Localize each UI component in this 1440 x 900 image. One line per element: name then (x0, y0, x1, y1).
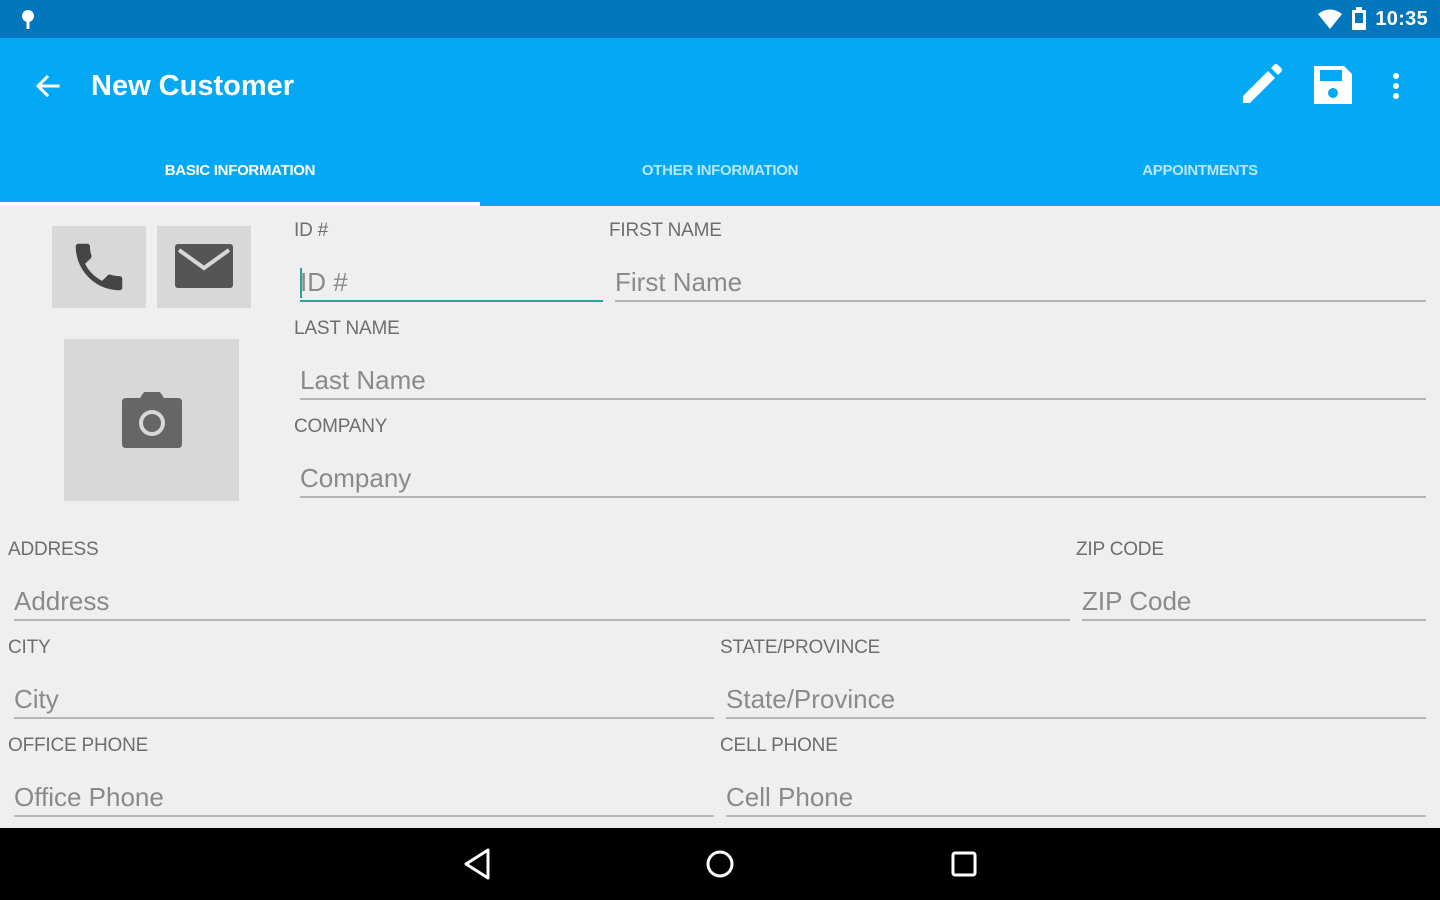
company-field (300, 448, 1426, 498)
last-name-label: LAST NAME (294, 318, 400, 339)
email-button[interactable] (157, 226, 251, 308)
id-input[interactable] (300, 252, 603, 300)
cell-phone-label: CELL PHONE (720, 735, 838, 756)
office-phone-input[interactable] (14, 767, 714, 815)
camera-icon (121, 392, 182, 448)
city-field (14, 669, 714, 719)
state-province-field (726, 669, 1426, 719)
city-input[interactable] (14, 669, 714, 717)
system-nav-bar (0, 828, 1440, 900)
zip-code-field (1082, 571, 1426, 621)
first-name-label: FIRST NAME (609, 220, 722, 241)
pencil-icon[interactable] (1238, 62, 1284, 108)
more-vert-icon[interactable] (1380, 68, 1412, 104)
id-label: ID # (294, 220, 329, 241)
status-time: 10:35 (1375, 7, 1428, 30)
first-name-input[interactable] (615, 252, 1426, 300)
back-arrow-icon[interactable] (30, 68, 66, 104)
company-input[interactable] (300, 448, 1426, 496)
cell-phone-field (726, 767, 1426, 817)
call-button[interactable] (52, 226, 146, 308)
notification-pin-icon (22, 10, 34, 29)
status-icons: 10:35 (1317, 6, 1428, 32)
app-bar: New Customer BASIC INFORMATION OTHER INF… (0, 38, 1440, 206)
last-name-input[interactable] (300, 350, 1426, 398)
tab-basic-information[interactable]: BASIC INFORMATION (0, 142, 480, 206)
email-icon (175, 244, 233, 288)
add-photo-button[interactable] (64, 339, 239, 501)
state-province-input[interactable] (726, 669, 1426, 717)
phone-icon (75, 243, 123, 291)
address-field (14, 571, 1070, 621)
page-title: New Customer (91, 70, 295, 102)
last-name-field (300, 350, 1426, 400)
city-label: CITY (8, 637, 51, 658)
text-cursor (300, 268, 302, 298)
save-icon[interactable] (1310, 62, 1356, 108)
home-circle-icon[interactable] (702, 846, 738, 882)
recents-square-icon[interactable] (946, 846, 982, 882)
battery-icon (1352, 7, 1367, 30)
office-phone-field (14, 767, 714, 817)
company-label: COMPANY (294, 416, 388, 437)
id-field (300, 252, 603, 302)
zip-code-label: ZIP CODE (1076, 539, 1164, 560)
address-input[interactable] (14, 571, 1070, 619)
first-name-field (615, 252, 1426, 302)
address-label: ADDRESS (8, 539, 99, 560)
wifi-icon (1318, 9, 1343, 29)
tab-appointments[interactable]: APPOINTMENTS (960, 142, 1440, 206)
status-bar: 10:35 (0, 0, 1440, 38)
state-province-label: STATE/PROVINCE (720, 637, 881, 658)
office-phone-label: OFFICE PHONE (8, 735, 149, 756)
back-triangle-icon[interactable] (460, 846, 496, 882)
zip-code-input[interactable] (1082, 571, 1426, 619)
tab-bar: BASIC INFORMATION OTHER INFORMATION APPO… (0, 142, 1440, 206)
cell-phone-input[interactable] (726, 767, 1426, 815)
tab-other-information[interactable]: OTHER INFORMATION (480, 142, 960, 206)
basic-information-form: ID # FIRST NAME LAST NAME COMPANY ADDRES… (0, 206, 1440, 828)
